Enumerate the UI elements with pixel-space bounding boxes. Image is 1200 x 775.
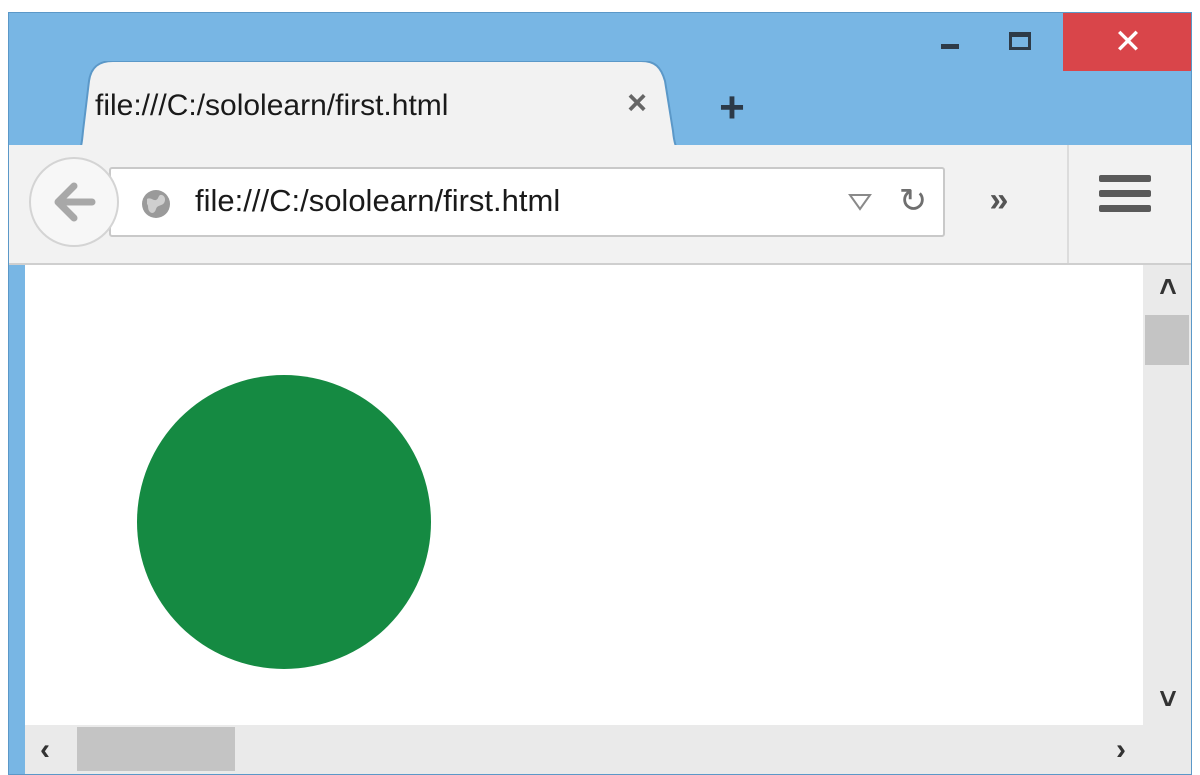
scroll-down-arrow-icon[interactable]: ˅ (1148, 683, 1188, 717)
globe-icon (142, 190, 170, 218)
horizontal-scrollbar[interactable]: ‹ › (25, 725, 1143, 774)
close-window-button[interactable]: ✕ (1063, 13, 1191, 71)
dropdown-arrow-icon[interactable] (847, 189, 873, 215)
hamburger-menu-icon[interactable] (1099, 175, 1151, 227)
back-arrow-icon (54, 182, 96, 222)
horizontal-scroll-thumb[interactable] (77, 727, 235, 771)
navigation-toolbar: file:///C:/sololearn/first.html ↻ » (9, 145, 1191, 265)
overflow-chevron-icon[interactable]: » (975, 175, 1023, 225)
tab-title: file:///C:/sololearn/first.html (95, 89, 449, 122)
page-content (25, 265, 1143, 725)
tab-close-icon[interactable]: × (617, 83, 657, 123)
scroll-left-arrow-icon[interactable]: ‹ (25, 733, 65, 767)
minimize-icon (941, 43, 959, 49)
maximize-button[interactable] (985, 13, 1055, 69)
vertical-scrollbar[interactable]: ˄ ˅ (1143, 265, 1191, 725)
maximize-icon (1009, 32, 1031, 50)
back-button[interactable] (29, 157, 119, 247)
toolbar-separator (1067, 145, 1069, 263)
green-circle (137, 375, 431, 669)
scrollbar-corner (1143, 725, 1191, 774)
browser-window: ✕ file:///C:/sololearn/first.html × + fi… (8, 12, 1192, 775)
new-tab-icon[interactable]: + (707, 83, 757, 133)
scroll-up-arrow-icon[interactable]: ˄ (1148, 271, 1188, 305)
url-bar[interactable]: file:///C:/sololearn/first.html ↻ (109, 167, 945, 237)
minimize-button[interactable] (915, 13, 985, 69)
url-text: file:///C:/sololearn/first.html (195, 183, 561, 218)
close-icon: ✕ (1113, 23, 1143, 61)
vertical-scroll-thumb[interactable] (1145, 315, 1189, 365)
scroll-right-arrow-icon[interactable]: › (1101, 733, 1141, 767)
reload-icon[interactable]: ↻ (895, 181, 931, 221)
